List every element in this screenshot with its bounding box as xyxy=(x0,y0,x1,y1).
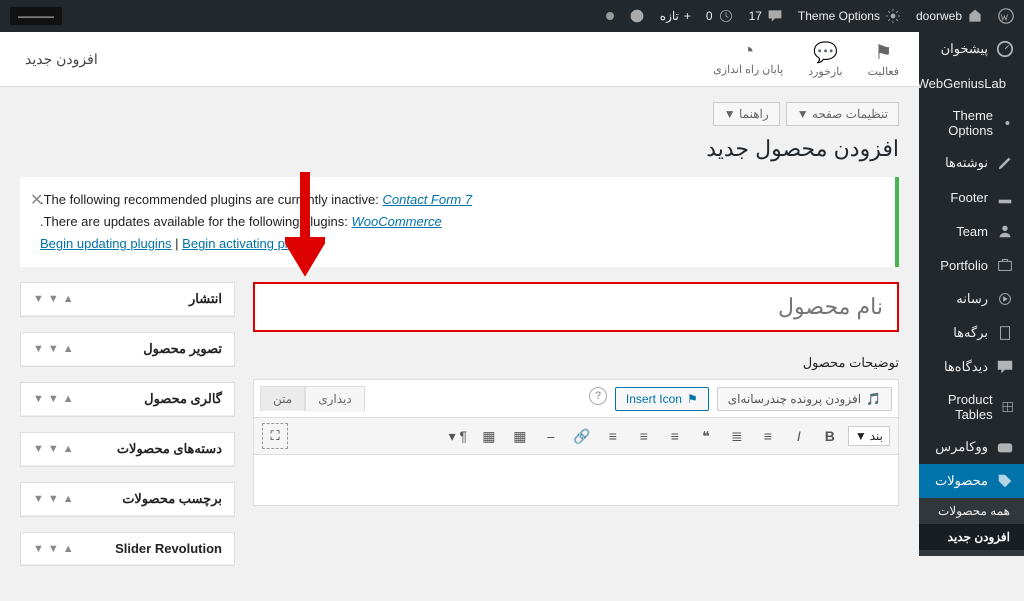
site-name[interactable]: doorweb xyxy=(916,8,983,24)
description-editor: 🎵افزودن پرونده چندرسانه‌ای ⚑Insert Icon … xyxy=(253,379,899,506)
sidebar-item-pages[interactable]: برگه‌ها xyxy=(919,316,1024,350)
metabox-publish: انتشار ▲▼▼ xyxy=(20,282,235,317)
screen-options-button[interactable]: تنظیمات صفحه ▼ xyxy=(786,102,899,126)
metabox-product-gallery-header[interactable]: گالری محصول ▲▼▼ xyxy=(21,383,234,416)
bold-button[interactable]: B xyxy=(817,423,843,449)
admin-bar: doorweb Theme Options 17 0 + تازه ——— xyxy=(0,0,1024,32)
editor-tab-text[interactable]: متن xyxy=(260,386,305,411)
insert-icon-button[interactable]: ⚑Insert Icon xyxy=(615,387,709,411)
admin-sidebar: پیشخوان WebGeniusLab Theme Options نوشته… xyxy=(919,32,1024,556)
metabox-product-image-header[interactable]: تصویر محصول ▲▼▼ xyxy=(21,333,234,366)
page-title: افزودن محصول جدید xyxy=(20,136,899,162)
sidebar-item-webgeniuslab[interactable]: WebGeniusLab xyxy=(919,66,1024,100)
editor-textarea[interactable] xyxy=(254,455,898,505)
notice-dismiss-icon[interactable]: ✕ xyxy=(30,187,43,214)
updates-count[interactable]: 0 xyxy=(706,8,734,24)
quote-button[interactable]: ❝ xyxy=(693,423,719,449)
notice-link-cf7[interactable]: Contact Form 7 xyxy=(383,192,473,207)
table-button[interactable]: ▦ xyxy=(476,423,502,449)
sidebar-sub-categories[interactable]: دسته‌بندی‌ها xyxy=(919,550,1024,556)
top-wizard-bar: ⚑فعالیت 💬بازخورد ◔پایان راه اندازی افزود… xyxy=(0,32,919,87)
editor-help-icon[interactable]: ? xyxy=(589,387,607,405)
add-media-button[interactable]: 🎵افزودن پرونده چندرسانه‌ای xyxy=(717,387,892,411)
metabox-slider-revolution-header[interactable]: Slider Revolution ▲▼▼ xyxy=(21,533,234,565)
sidebar-item-media[interactable]: رسانه xyxy=(919,282,1024,316)
toolbar-toggle-button[interactable]: ▦ xyxy=(507,423,533,449)
yoast-icon[interactable] xyxy=(629,8,645,24)
sidebar-item-dashboard[interactable]: پیشخوان xyxy=(919,32,1024,66)
italic-button[interactable]: I xyxy=(786,423,812,449)
wp-logo[interactable] xyxy=(998,8,1014,24)
notification-dot[interactable] xyxy=(606,12,614,20)
editor-tab-visual[interactable]: دیداری xyxy=(305,386,365,412)
product-title-input[interactable] xyxy=(253,282,899,332)
align-left-button[interactable]: ≡ xyxy=(600,423,626,449)
metabox-product-gallery: گالری محصول ▲▼▼ xyxy=(20,382,235,417)
profile-menu[interactable]: ——— xyxy=(10,7,62,25)
metabox-product-categories: دسته‌های محصولات ▲▼▼ xyxy=(20,432,235,467)
sidebar-item-portfolio[interactable]: Portfolio xyxy=(919,248,1024,282)
top-tab-setup[interactable]: ◔پایان راه اندازی xyxy=(713,40,783,78)
annotation-arrow xyxy=(285,172,325,285)
sidebar-item-theme-options[interactable]: Theme Options xyxy=(919,100,1024,146)
top-tab-activity[interactable]: ⚑فعالیت xyxy=(868,40,899,78)
numbered-list-button[interactable]: ≣ xyxy=(724,423,750,449)
sidebar-sub-all-products[interactable]: همه محصولات xyxy=(919,498,1024,524)
sidebar-item-woocommerce[interactable]: ووکامرس xyxy=(919,430,1024,464)
plugin-notice: .The following recommended plugins are c… xyxy=(20,177,899,267)
metabox-product-tags-header[interactable]: برچسب محصولات ▲▼▼ xyxy=(21,483,234,516)
sidebar-item-product-tables[interactable]: Product Tables xyxy=(919,384,1024,430)
theme-options-link[interactable]: Theme Options xyxy=(798,8,901,24)
sidebar-item-posts[interactable]: نوشته‌ها xyxy=(919,146,1024,180)
sidebar-item-comments[interactable]: دیدگاه‌ها xyxy=(919,350,1024,384)
bullet-list-button[interactable]: ≡ xyxy=(755,423,781,449)
top-tab-feedback[interactable]: 💬بازخورد xyxy=(808,40,842,78)
help-button[interactable]: راهنما ▼ xyxy=(713,102,780,126)
paragraph-dropdown[interactable]: بند▼ xyxy=(848,426,890,446)
kitchen-sink-button[interactable]: ¶ ▾ xyxy=(445,423,471,449)
description-label: توضیحات محصول xyxy=(253,347,899,379)
metabox-product-tags: برچسب محصولات ▲▼▼ xyxy=(20,482,235,517)
sidebar-sub-add-new[interactable]: افزودن جدید xyxy=(919,524,1024,550)
sidebar-item-team[interactable]: Team xyxy=(919,214,1024,248)
align-right-button[interactable]: ≡ xyxy=(662,423,688,449)
notice-link-update-plugins[interactable]: Begin updating plugins xyxy=(40,236,172,251)
more-button[interactable]: ⎯ xyxy=(538,423,564,449)
top-breadcrumb-title: افزودن جدید xyxy=(20,51,98,68)
notice-link-woo[interactable]: WooCommerce xyxy=(351,214,441,229)
metabox-slider-revolution: Slider Revolution ▲▼▼ xyxy=(20,532,235,566)
fullscreen-button[interactable]: ⛶ xyxy=(262,423,288,449)
align-center-button[interactable]: ≡ xyxy=(631,423,657,449)
sidebar-item-products[interactable]: محصولات xyxy=(919,464,1024,498)
metabox-product-categories-header[interactable]: دسته‌های محصولات ▲▼▼ xyxy=(21,433,234,466)
sidebar-item-footer[interactable]: Footer xyxy=(919,180,1024,214)
link-button[interactable]: 🔗 xyxy=(569,423,595,449)
metabox-product-image: تصویر محصول ▲▼▼ xyxy=(20,332,235,367)
metabox-publish-header[interactable]: انتشار ▲▼▼ xyxy=(21,283,234,316)
new-content[interactable]: + تازه xyxy=(660,9,691,23)
comments-count[interactable]: 17 xyxy=(749,8,783,24)
